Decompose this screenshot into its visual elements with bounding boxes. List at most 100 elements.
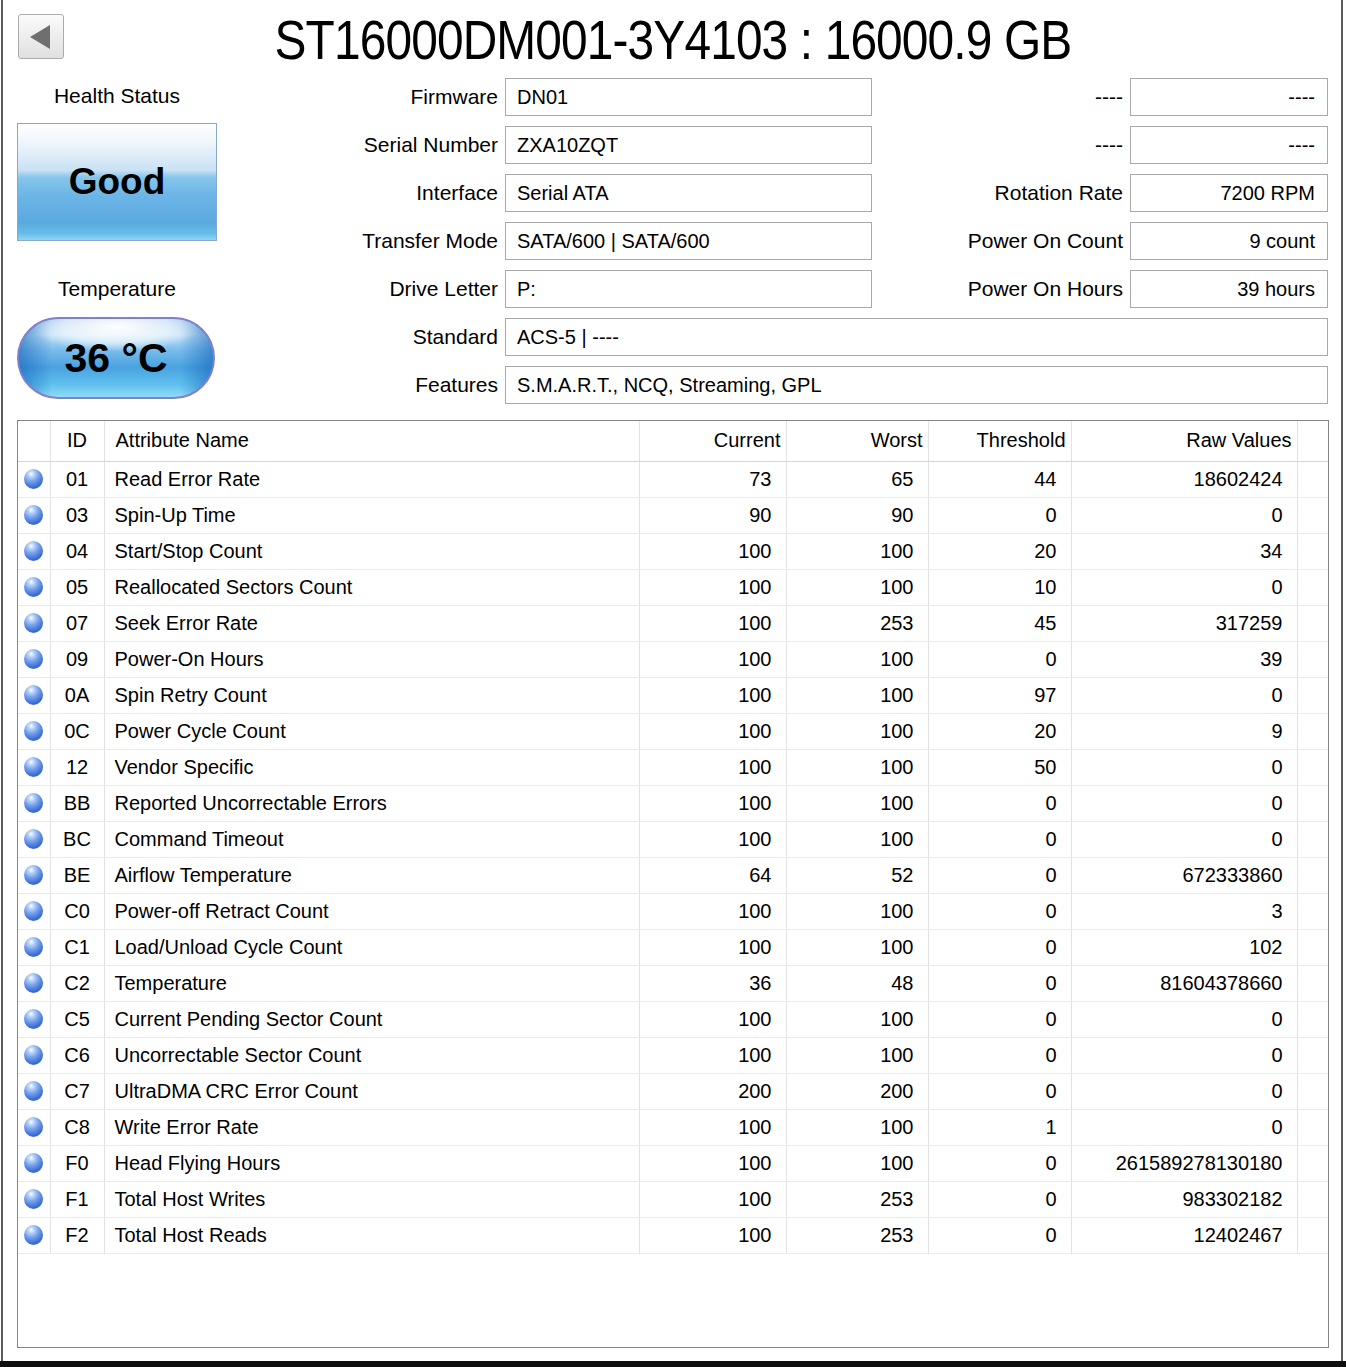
worst-cell: 90 (786, 497, 928, 533)
raw-values-column-header: Raw Values (1071, 421, 1297, 461)
field-label-features: Features (0, 366, 498, 404)
smart-row-C8[interactable]: C8Write Error Rate10010010 (18, 1109, 1328, 1145)
raw-cell: 0 (1071, 497, 1297, 533)
status-cell (18, 1037, 50, 1073)
raw-cell: 0 (1071, 1109, 1297, 1145)
name-cell: Total Host Reads (104, 1217, 639, 1253)
blank-cell (1297, 1145, 1328, 1181)
id-cell: C2 (50, 965, 104, 1001)
threshold-cell: 0 (928, 1181, 1071, 1217)
field-value-power-on-hours: 39 hours (1130, 270, 1328, 308)
worst-cell: 100 (786, 533, 928, 569)
smart-row-BC[interactable]: BCCommand Timeout10010000 (18, 821, 1328, 857)
smart-row-C2[interactable]: C2Temperature3648081604378660 (18, 965, 1328, 1001)
name-cell: Uncorrectable Sector Count (104, 1037, 639, 1073)
id-cell: C0 (50, 893, 104, 929)
status-cell (18, 1109, 50, 1145)
smart-row-04[interactable]: 04Start/Stop Count1001002034 (18, 533, 1328, 569)
threshold-cell: 45 (928, 605, 1071, 641)
name-cell: Total Host Writes (104, 1181, 639, 1217)
threshold-cell: 10 (928, 569, 1071, 605)
health-status-dot-icon (24, 505, 43, 525)
id-cell: 03 (50, 497, 104, 533)
field-value-firmware: DN01 (505, 78, 872, 116)
field-label-firmware: Firmware (0, 78, 498, 116)
health-status-dot-icon (24, 973, 43, 993)
smart-row-C6[interactable]: C6Uncorrectable Sector Count10010000 (18, 1037, 1328, 1073)
field-value-drive-letter: P: (505, 270, 872, 308)
smart-row-07[interactable]: 07Seek Error Rate10025345317259 (18, 605, 1328, 641)
health-status-dot-icon (24, 721, 43, 741)
current-column-header: Current (639, 421, 786, 461)
threshold-cell: 0 (928, 821, 1071, 857)
current-cell: 100 (639, 605, 786, 641)
worst-cell: 253 (786, 1217, 928, 1253)
blank-cell (1297, 713, 1328, 749)
id-cell: BB (50, 785, 104, 821)
name-cell: Spin Retry Count (104, 677, 639, 713)
current-cell: 73 (639, 461, 786, 497)
name-cell: Start/Stop Count (104, 533, 639, 569)
status-cell (18, 461, 50, 497)
status-cell (18, 749, 50, 785)
threshold-cell: 0 (928, 893, 1071, 929)
smart-row-0C[interactable]: 0CPower Cycle Count100100209 (18, 713, 1328, 749)
blank-column-header (1297, 421, 1328, 461)
status-cell (18, 569, 50, 605)
smart-row-C5[interactable]: C5Current Pending Sector Count10010000 (18, 1001, 1328, 1037)
id-cell: 0C (50, 713, 104, 749)
blank-cell (1297, 1181, 1328, 1217)
blank-cell (1297, 857, 1328, 893)
smart-row-C7[interactable]: C7UltraDMA CRC Error Count20020000 (18, 1073, 1328, 1109)
window-bottom-edge (0, 1361, 1346, 1367)
smart-row-0A[interactable]: 0ASpin Retry Count100100970 (18, 677, 1328, 713)
status-cell (18, 605, 50, 641)
smart-row-12[interactable]: 12Vendor Specific100100500 (18, 749, 1328, 785)
name-cell: Load/Unload Cycle Count (104, 929, 639, 965)
smart-row-BE[interactable]: BEAirflow Temperature64520672333860 (18, 857, 1328, 893)
name-cell: Current Pending Sector Count (104, 1001, 639, 1037)
name-cell: Reallocated Sectors Count (104, 569, 639, 605)
smart-row-BB[interactable]: BBReported Uncorrectable Errors10010000 (18, 785, 1328, 821)
smart-row-F1[interactable]: F1Total Host Writes1002530983302182 (18, 1181, 1328, 1217)
threshold-cell: 0 (928, 965, 1071, 1001)
smart-row-09[interactable]: 09Power-On Hours100100039 (18, 641, 1328, 677)
attribute-name-column-header: Attribute Name (104, 421, 639, 461)
current-cell: 100 (639, 785, 786, 821)
smart-row-05[interactable]: 05Reallocated Sectors Count100100100 (18, 569, 1328, 605)
id-cell: C8 (50, 1109, 104, 1145)
blank-cell (1297, 1217, 1328, 1253)
smart-row-C0[interactable]: C0Power-off Retract Count10010003 (18, 893, 1328, 929)
worst-column-header: Worst (786, 421, 928, 461)
field-value-transfer-mode: SATA/600 | SATA/600 (505, 222, 872, 260)
blank-cell (1297, 569, 1328, 605)
name-cell: Command Timeout (104, 821, 639, 857)
field-value-rotation-rate: 7200 RPM (1130, 174, 1328, 212)
id-cell: 04 (50, 533, 104, 569)
smart-row-F0[interactable]: F0Head Flying Hours100100026158927813018… (18, 1145, 1328, 1181)
threshold-cell: 0 (928, 1145, 1071, 1181)
smart-row-C1[interactable]: C1Load/Unload Cycle Count1001000102 (18, 929, 1328, 965)
field-label-transfer-mode: Transfer Mode (0, 222, 498, 260)
raw-cell: 39 (1071, 641, 1297, 677)
health-status-dot-icon (24, 1045, 43, 1065)
threshold-cell: 20 (928, 713, 1071, 749)
current-cell: 100 (639, 1145, 786, 1181)
id-cell: 12 (50, 749, 104, 785)
blank-cell (1297, 1073, 1328, 1109)
threshold-cell: 0 (928, 497, 1071, 533)
raw-cell: 0 (1071, 569, 1297, 605)
name-cell: Head Flying Hours (104, 1145, 639, 1181)
status-cell (18, 893, 50, 929)
field-value-unused-0: ---- (1130, 78, 1328, 116)
blank-cell (1297, 929, 1328, 965)
raw-cell: 317259 (1071, 605, 1297, 641)
raw-cell: 0 (1071, 677, 1297, 713)
smart-row-03[interactable]: 03Spin-Up Time909000 (18, 497, 1328, 533)
smart-row-F2[interactable]: F2Total Host Reads100253012402467 (18, 1217, 1328, 1253)
smart-row-01[interactable]: 01Read Error Rate73654418602424 (18, 461, 1328, 497)
worst-cell: 100 (786, 821, 928, 857)
current-cell: 100 (639, 677, 786, 713)
threshold-cell: 0 (928, 1217, 1071, 1253)
blank-cell (1297, 533, 1328, 569)
